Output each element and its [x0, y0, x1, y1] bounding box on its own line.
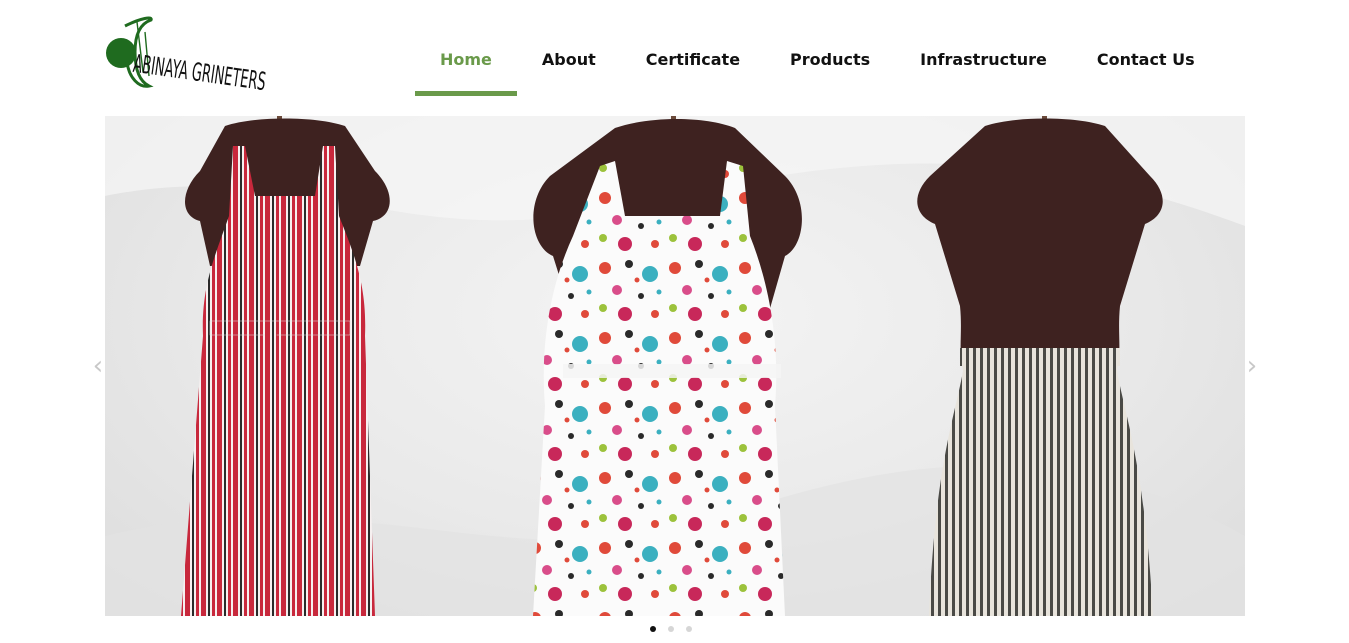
slider-dot[interactable]	[650, 626, 656, 632]
slider-dot[interactable]	[686, 626, 692, 632]
slider-dot[interactable]	[668, 626, 674, 632]
main-nav: Home About Certificate Products Infrastr…	[415, 22, 1220, 96]
hero-slider	[105, 116, 1245, 616]
nav-infrastructure[interactable]: Infrastructure	[895, 22, 1072, 96]
nav-certificate[interactable]: Certificate	[621, 22, 765, 96]
brand-name-text: ABINAYA GRINETERS	[132, 49, 268, 94]
abinaya-grineters-logo-image: ABINAYA GRINETERS	[106, 16, 268, 94]
nav-home[interactable]: Home	[415, 22, 517, 96]
slider-image-aprons	[105, 116, 1245, 616]
nav-products[interactable]: Products	[765, 22, 895, 96]
chevron-left-icon[interactable]: ‹	[88, 350, 108, 382]
chevron-right-icon[interactable]: ›	[1242, 350, 1262, 382]
site-header: ABINAYA GRINETERS Home About Certificate…	[0, 0, 1349, 116]
nav-about[interactable]: About	[517, 22, 621, 96]
brand-logo[interactable]: ABINAYA GRINETERS	[105, 12, 287, 94]
nav-contact-us[interactable]: Contact Us	[1072, 22, 1220, 96]
slider-pagination	[650, 626, 692, 632]
